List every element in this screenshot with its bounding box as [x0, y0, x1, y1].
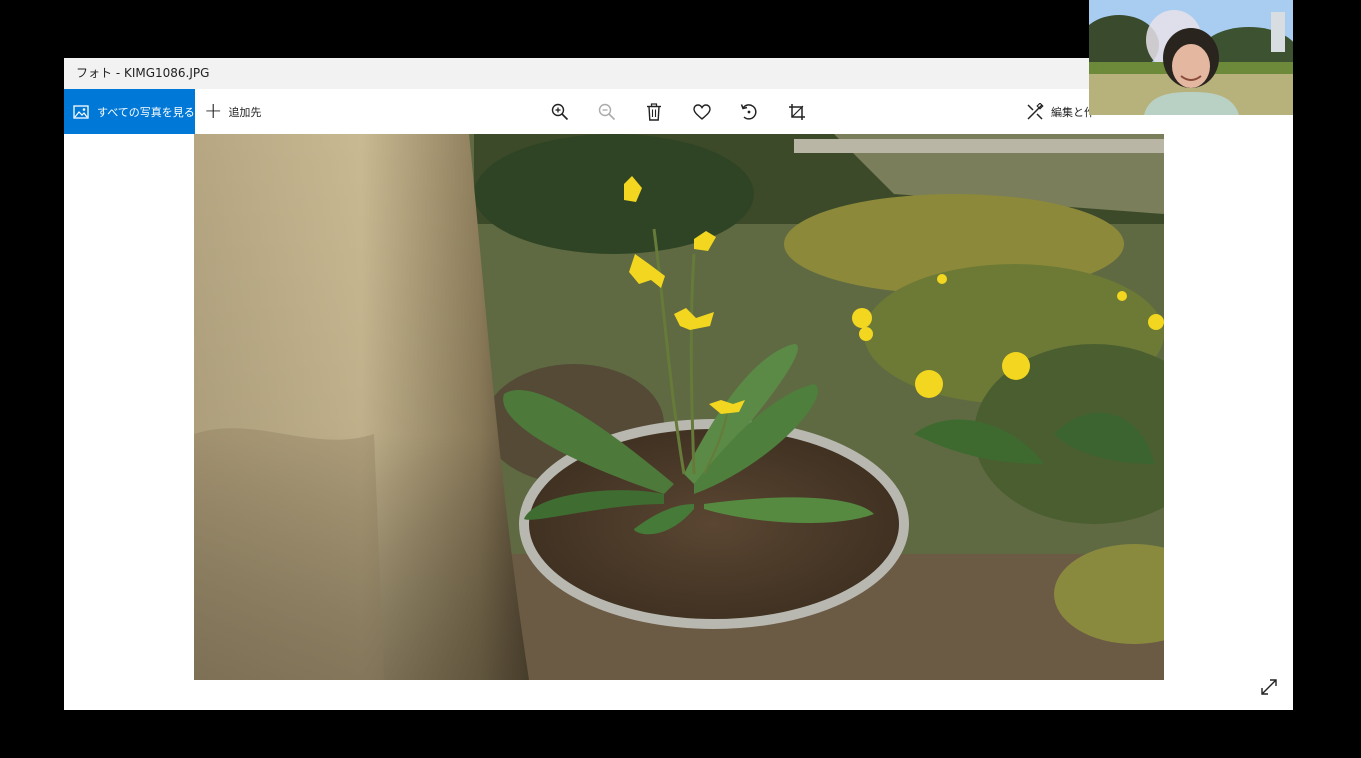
edit-and-create-button[interactable]: 編集と作: [1026, 89, 1095, 134]
zoom-out-button[interactable]: [595, 100, 619, 124]
webcam-person-image: [1089, 0, 1293, 115]
garden-photo-image: [194, 134, 1164, 680]
window-title: フォト - KIMG1086.JPG: [76, 66, 210, 80]
zoom-in-button[interactable]: [548, 100, 572, 124]
delete-button[interactable]: [642, 100, 666, 124]
favorite-button[interactable]: [690, 100, 714, 124]
see-all-photos-button[interactable]: すべての写真を見る: [64, 89, 195, 134]
crop-icon: [789, 104, 805, 120]
expand-icon: [1261, 679, 1277, 695]
photo-view[interactable]: [194, 134, 1164, 680]
add-to-label: 追加先: [228, 105, 262, 119]
crop-button[interactable]: [785, 100, 809, 124]
photos-app-window: フォト - KIMG1086.JPG すべての写真を見る + 追加先 編集と作: [64, 58, 1293, 710]
trash-icon: [647, 103, 661, 121]
webcam-overlay: [1089, 0, 1293, 115]
add-to-button[interactable]: + 追加先: [204, 89, 261, 134]
heart-icon: [693, 104, 711, 120]
zoom-in-icon: [551, 103, 569, 121]
photo-icon: [73, 104, 89, 119]
plus-icon: +: [204, 98, 223, 124]
see-all-photos-label: すべての写真を見る: [97, 105, 195, 119]
rotate-button[interactable]: [737, 100, 761, 124]
rotate-icon: [740, 104, 757, 120]
expand-button[interactable]: [1258, 676, 1280, 698]
edit-create-icon: [1027, 102, 1044, 120]
zoom-out-icon: [598, 103, 616, 121]
